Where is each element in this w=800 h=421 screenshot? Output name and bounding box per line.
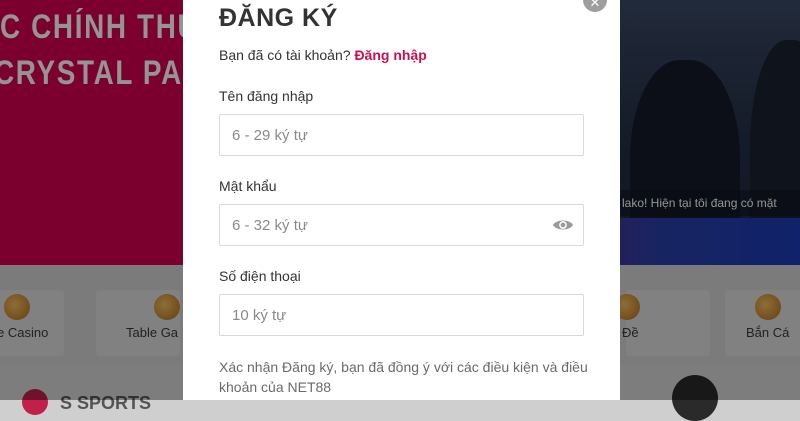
phone-input[interactable] (220, 295, 583, 335)
terms-text: Xác nhận Đăng ký, bạn đã đồng ý với các … (219, 359, 588, 395)
login-prompt: Bạn đã có tài khoản? Đăng nhập (219, 47, 427, 63)
username-field-box (219, 114, 584, 156)
login-link[interactable]: Đăng nhập (354, 47, 426, 63)
eye-icon[interactable] (552, 217, 574, 233)
phone-label: Số điện thoại (219, 268, 301, 284)
password-label: Mật khẩu (219, 178, 277, 194)
username-label: Tên đăng nhập (219, 88, 314, 104)
password-input[interactable] (220, 205, 583, 245)
phone-field-box (219, 294, 584, 336)
username-input[interactable] (220, 115, 583, 155)
page-title: ĐĂNG KÝ (219, 4, 338, 32)
password-field-box (219, 204, 584, 246)
login-prompt-text: Bạn đã có tài khoản? (219, 47, 351, 63)
